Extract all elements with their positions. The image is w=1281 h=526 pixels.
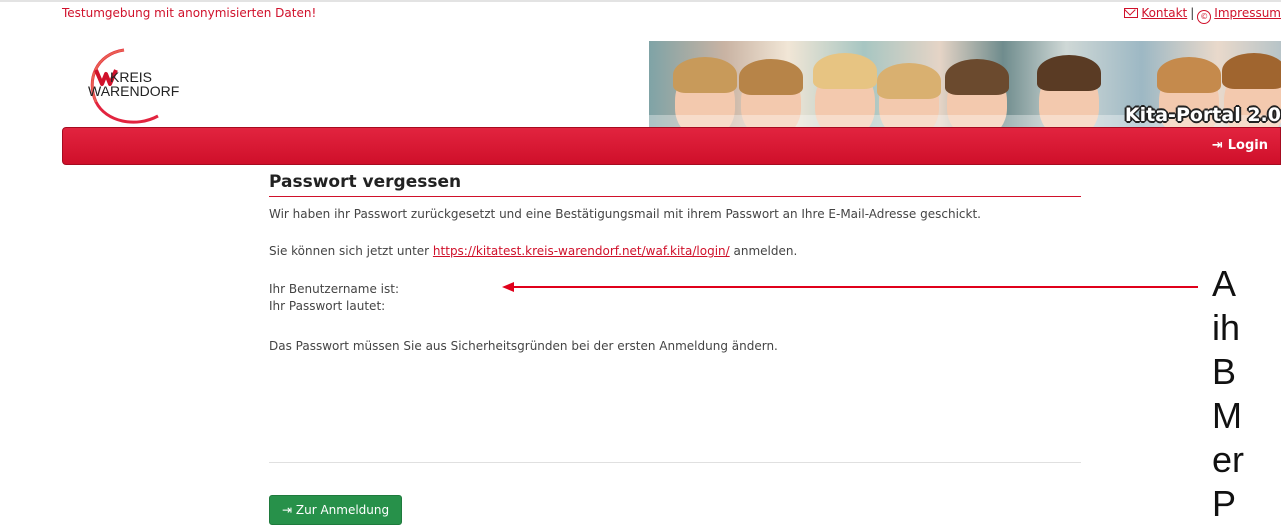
child-hair (1222, 53, 1281, 89)
login-hint-suffix: anmelden. (729, 244, 798, 258)
go-to-login-label: Zur Anmeldung (295, 503, 390, 517)
top-divider (0, 0, 1281, 2)
logo-text-line2: WARENDORF (88, 83, 180, 99)
contact-link[interactable]: Kontakt (1141, 6, 1187, 20)
login-label: Login (1227, 138, 1268, 153)
top-links-separator: | (1190, 6, 1195, 20)
username-label: Ihr Benutzername ist: (269, 282, 400, 296)
password-label: Ihr Passwort lautet: (269, 299, 386, 313)
page-title: Passwort vergessen (269, 172, 1081, 197)
child-hair (1157, 57, 1221, 93)
content-divider (269, 462, 1081, 463)
main-navbar: ⇥ Login (62, 127, 1281, 165)
copyright-icon: © (1197, 10, 1212, 24)
child-hair (945, 59, 1009, 95)
child-hair (1037, 55, 1101, 91)
main-content: Passwort vergessen Wir haben ihr Passwor… (269, 172, 1081, 525)
logo-text-line1: KREIS (110, 69, 153, 85)
sign-in-icon: ⇥ (1211, 138, 1223, 153)
mail-icon (1124, 8, 1139, 18)
portal-title: Kita-Portal 2.0 (1124, 104, 1281, 126)
login-hint-text: Sie können sich jetzt unter https://kita… (269, 244, 797, 258)
top-links: Kontakt | © Impressum (1124, 6, 1281, 24)
child-hair (877, 63, 941, 99)
password-change-notice: Das Passwort müssen Sie aus Sicherheitsg… (269, 339, 778, 353)
kreis-warendorf-logo[interactable]: KREIS WARENDORF (84, 44, 204, 124)
login-hint-prefix: Sie können sich jetzt unter (269, 244, 433, 258)
annotation-arrow (510, 286, 1198, 288)
go-to-login-button[interactable]: ⇥ Zur Anmeldung (269, 495, 403, 525)
sign-in-icon: ⇥ (282, 503, 296, 517)
reset-confirmation-text: Wir haben ihr Passwort zurückgesetzt und… (269, 207, 981, 221)
child-hair (739, 59, 803, 95)
test-environment-banner: Testumgebung mit anonymisierten Daten! (62, 6, 317, 20)
login-url-link[interactable]: https://kitatest.kreis-warendorf.net/waf… (433, 244, 730, 258)
annotation-text: A ih B M er P (1212, 263, 1245, 524)
child-hair (673, 57, 737, 93)
child-hair (813, 53, 877, 89)
imprint-link[interactable]: Impressum (1214, 6, 1281, 20)
login-link[interactable]: ⇥ Login (1212, 138, 1268, 153)
